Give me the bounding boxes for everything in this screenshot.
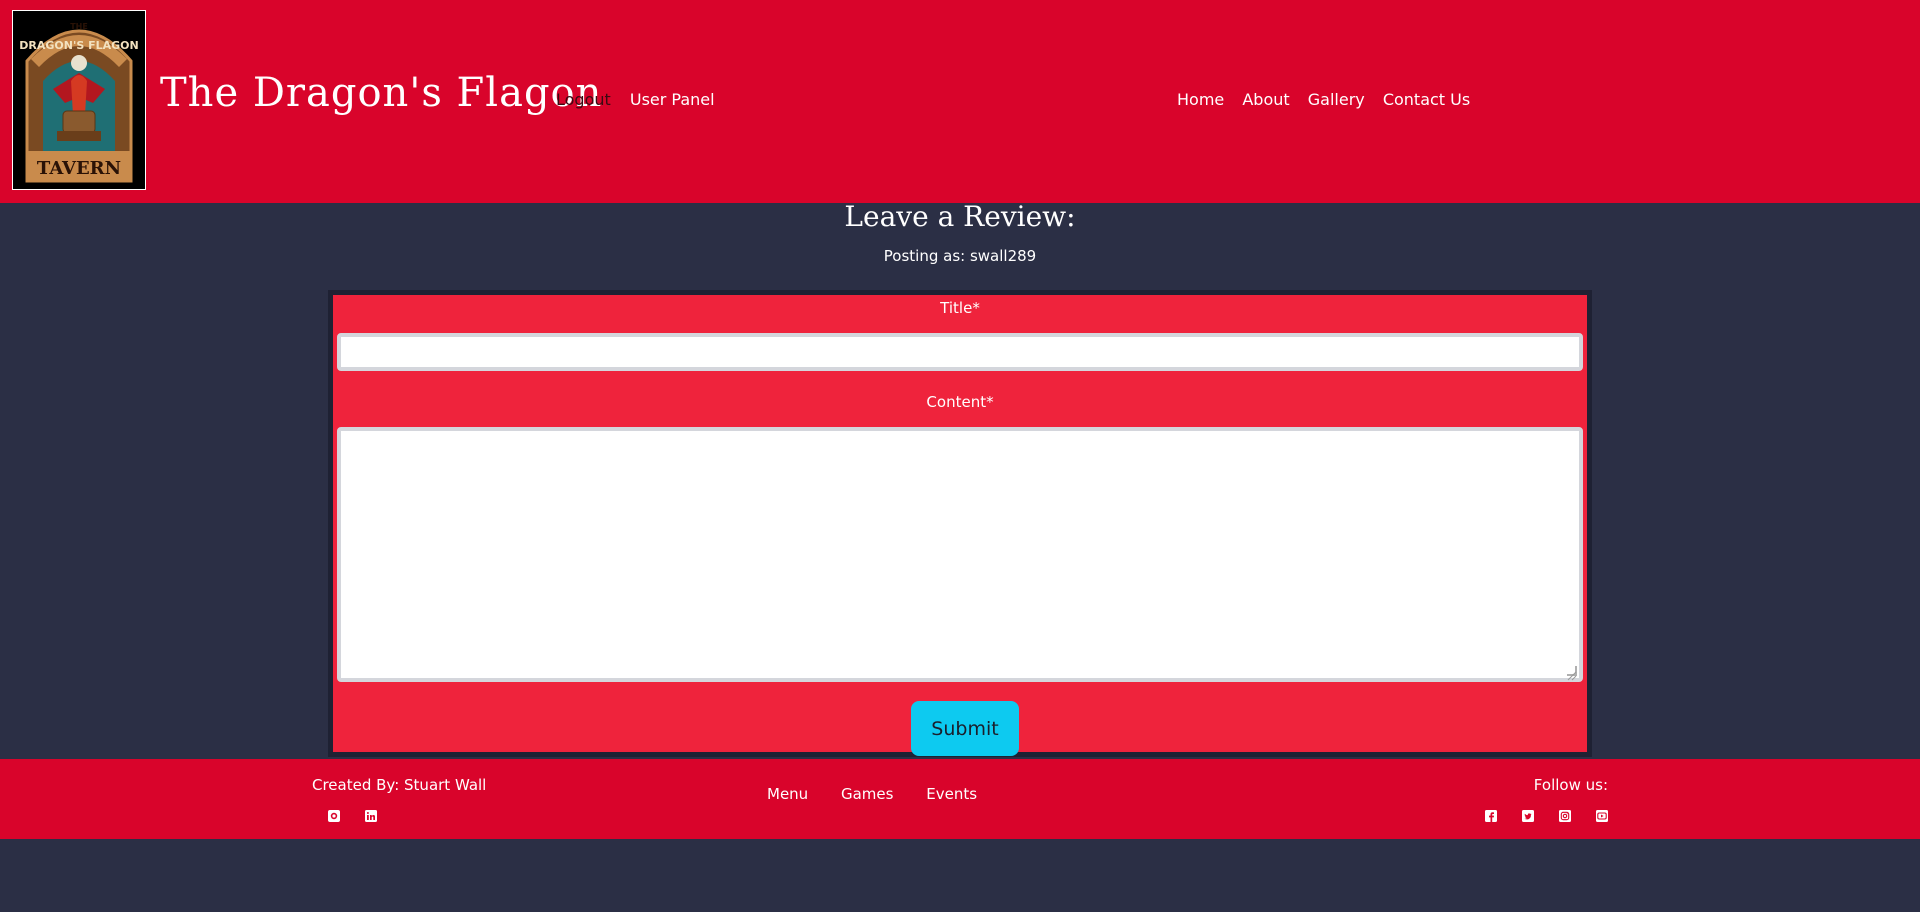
logo-image: THE DRAGON'S FLAGON TAVERN [13,11,145,189]
footer-nav: Menu Games Events [767,785,1005,803]
submit-button[interactable]: Submit [911,701,1019,756]
facebook-icon[interactable] [1484,807,1497,822]
content-textarea[interactable] [337,427,1583,682]
footer-link-games[interactable]: Games [841,785,893,803]
linkedin-icon[interactable] [365,807,378,822]
posting-as-text: Posting as: swall289 [883,247,1037,265]
site-footer: Created By: Stuart Wall Menu Games Event… [0,759,1920,839]
review-form: Title* Content* Submit [328,290,1592,757]
github-icon[interactable] [328,807,340,822]
logo-top-text: THE [70,22,88,31]
footer-credit: Created By: Stuart Wall [312,776,487,794]
follow-us-label: Follow us: [1533,776,1608,794]
site-title[interactable]: The Dragon's Flagon [160,70,602,116]
main-nav: Home About Gallery Contact Us [1177,90,1483,109]
logout-link[interactable]: Logout [556,90,611,109]
user-nav: Logout User Panel [556,90,729,109]
tavern-logo[interactable]: THE DRAGON'S FLAGON TAVERN [12,10,146,190]
page-title: Leave a Review: [844,200,1076,233]
resize-handle-icon[interactable] [1567,666,1577,681]
footer-link-menu[interactable]: Menu [767,785,808,803]
user-panel-link[interactable]: User Panel [630,90,715,109]
nav-about[interactable]: About [1242,90,1289,109]
title-label: Title* [940,299,980,317]
logo-bottom-text: TAVERN [37,158,121,179]
title-input[interactable] [337,333,1583,371]
twitter-icon[interactable] [1521,807,1534,822]
nav-home[interactable]: Home [1177,90,1224,109]
follow-social-links [1465,802,1608,822]
nav-gallery[interactable]: Gallery [1308,90,1365,109]
site-header: THE DRAGON'S FLAGON TAVERN The Dragon's … [0,0,1920,203]
instagram-icon[interactable] [1558,807,1571,822]
nav-contact-us[interactable]: Contact Us [1383,90,1470,109]
footer-link-events[interactable]: Events [926,785,977,803]
creator-social-links [328,802,378,822]
youtube-icon[interactable] [1596,807,1608,822]
logo-arc-text: DRAGON'S FLAGON [19,39,138,52]
content-label: Content* [926,393,994,411]
